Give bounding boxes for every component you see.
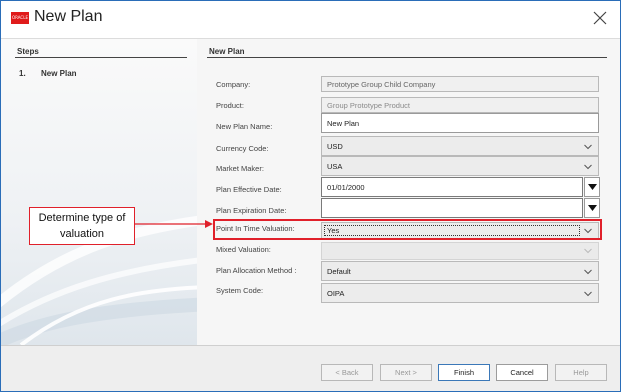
market-maker-label: Market Maker: bbox=[216, 164, 264, 173]
chevron-down-icon bbox=[584, 144, 592, 150]
next-button[interactable]: Next > bbox=[380, 364, 432, 381]
allocation-method-label: Plan Allocation Method : bbox=[216, 266, 297, 275]
mixed-valuation-select bbox=[321, 242, 599, 260]
product-label: Product: bbox=[216, 101, 244, 110]
steps-panel: Steps 1. New Plan bbox=[1, 39, 197, 345]
close-icon bbox=[593, 11, 607, 25]
dialog-body: Steps 1. New Plan New Plan Company: Prot… bbox=[1, 38, 620, 345]
close-button[interactable] bbox=[590, 8, 610, 28]
oracle-logo-icon: ORACLE bbox=[11, 12, 29, 24]
steps-divider bbox=[15, 57, 187, 58]
expiration-date-label: Plan Expiration Date: bbox=[216, 206, 287, 215]
company-label: Company: bbox=[216, 80, 251, 89]
form-panel: New Plan Company: Prototype Group Child … bbox=[203, 39, 620, 345]
currency-code-value: USD bbox=[327, 142, 343, 151]
market-maker-select[interactable]: USA bbox=[321, 156, 599, 176]
form-heading: New Plan bbox=[209, 47, 245, 56]
effective-date-picker-button[interactable] bbox=[584, 177, 600, 197]
expiration-date-input[interactable] bbox=[321, 198, 583, 218]
allocation-method-select[interactable]: Default bbox=[321, 261, 599, 281]
market-maker-value: USA bbox=[327, 162, 343, 171]
finish-button[interactable]: Finish bbox=[438, 364, 490, 381]
chevron-down-icon bbox=[584, 269, 592, 275]
caret-down-icon bbox=[588, 184, 597, 190]
currency-code-select[interactable]: USD bbox=[321, 136, 599, 156]
annotation-arrow-icon bbox=[135, 220, 213, 228]
caret-down-icon bbox=[588, 205, 597, 211]
cancel-button[interactable]: Cancel bbox=[496, 364, 548, 381]
system-code-select[interactable]: OIPA bbox=[321, 283, 599, 303]
back-button[interactable]: < Back bbox=[321, 364, 373, 381]
mixed-valuation-label: Mixed Valuation: bbox=[216, 245, 271, 254]
plan-name-input[interactable]: New Plan bbox=[321, 113, 599, 133]
steps-heading: Steps bbox=[17, 47, 39, 56]
system-code-label: System Code: bbox=[216, 286, 264, 295]
allocation-method-value: Default bbox=[327, 267, 351, 276]
effective-date-label: Plan Effective Date: bbox=[216, 185, 282, 194]
company-field: Prototype Group Child Company bbox=[321, 76, 599, 92]
product-field: Group Prototype Product bbox=[321, 97, 599, 113]
system-code-value: OIPA bbox=[327, 289, 345, 298]
currency-code-label: Currency Code: bbox=[216, 144, 269, 153]
form-divider bbox=[207, 57, 607, 58]
help-button[interactable]: Help bbox=[555, 364, 607, 381]
window-title: New Plan bbox=[34, 8, 103, 25]
plan-name-label: New Plan Name: bbox=[216, 122, 273, 131]
dialog-footer: < Back Next > Finish Cancel Help bbox=[1, 345, 620, 391]
effective-date-input[interactable]: 01/01/2000 bbox=[321, 177, 583, 197]
step-label: New Plan bbox=[41, 69, 77, 78]
new-plan-dialog: ORACLE New Plan Steps 1. New Plan New Pl… bbox=[0, 0, 621, 392]
annotation-callout: Determine type of valuation bbox=[29, 207, 135, 245]
chevron-down-icon bbox=[584, 248, 592, 254]
step-number: 1. bbox=[19, 69, 26, 78]
expiration-date-picker-button[interactable] bbox=[584, 198, 600, 218]
annotation-highlight-box bbox=[213, 219, 602, 240]
title-bar: ORACLE New Plan bbox=[1, 1, 620, 37]
chevron-down-icon bbox=[584, 164, 592, 170]
chevron-down-icon bbox=[584, 291, 592, 297]
